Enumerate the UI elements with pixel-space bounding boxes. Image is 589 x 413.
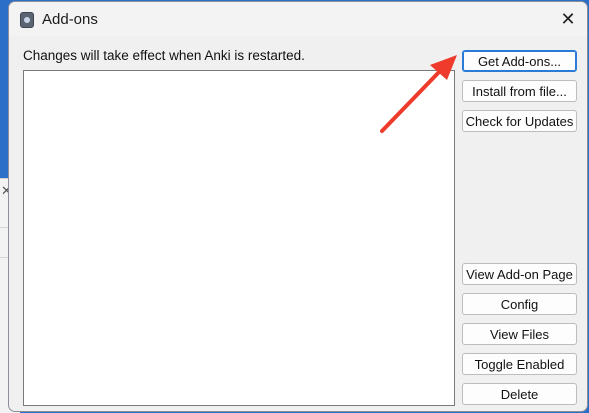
restart-hint-label: Changes will take effect when Anki is re… bbox=[23, 48, 305, 63]
config-button[interactable]: Config bbox=[462, 293, 577, 315]
addon-list[interactable] bbox=[23, 70, 455, 406]
anki-app-icon bbox=[20, 12, 34, 28]
window-title: Add-ons bbox=[42, 11, 98, 28]
view-addon-page-button[interactable]: View Add-on Page bbox=[462, 263, 577, 285]
toggle-enabled-button[interactable]: Toggle Enabled bbox=[462, 353, 577, 375]
title-bar[interactable]: Add-ons ✕ bbox=[9, 2, 587, 36]
close-icon: ✕ bbox=[560, 8, 576, 29]
close-button[interactable]: ✕ bbox=[555, 6, 581, 32]
install-from-file-button[interactable]: Install from file... bbox=[462, 80, 577, 102]
view-files-button[interactable]: View Files bbox=[462, 323, 577, 345]
check-for-updates-button[interactable]: Check for Updates bbox=[462, 110, 577, 132]
delete-button[interactable]: Delete bbox=[462, 383, 577, 405]
addons-dialog: Add-ons ✕ Changes will take effect when … bbox=[8, 1, 588, 412]
get-addons-button[interactable]: Get Add-ons... bbox=[462, 50, 577, 72]
